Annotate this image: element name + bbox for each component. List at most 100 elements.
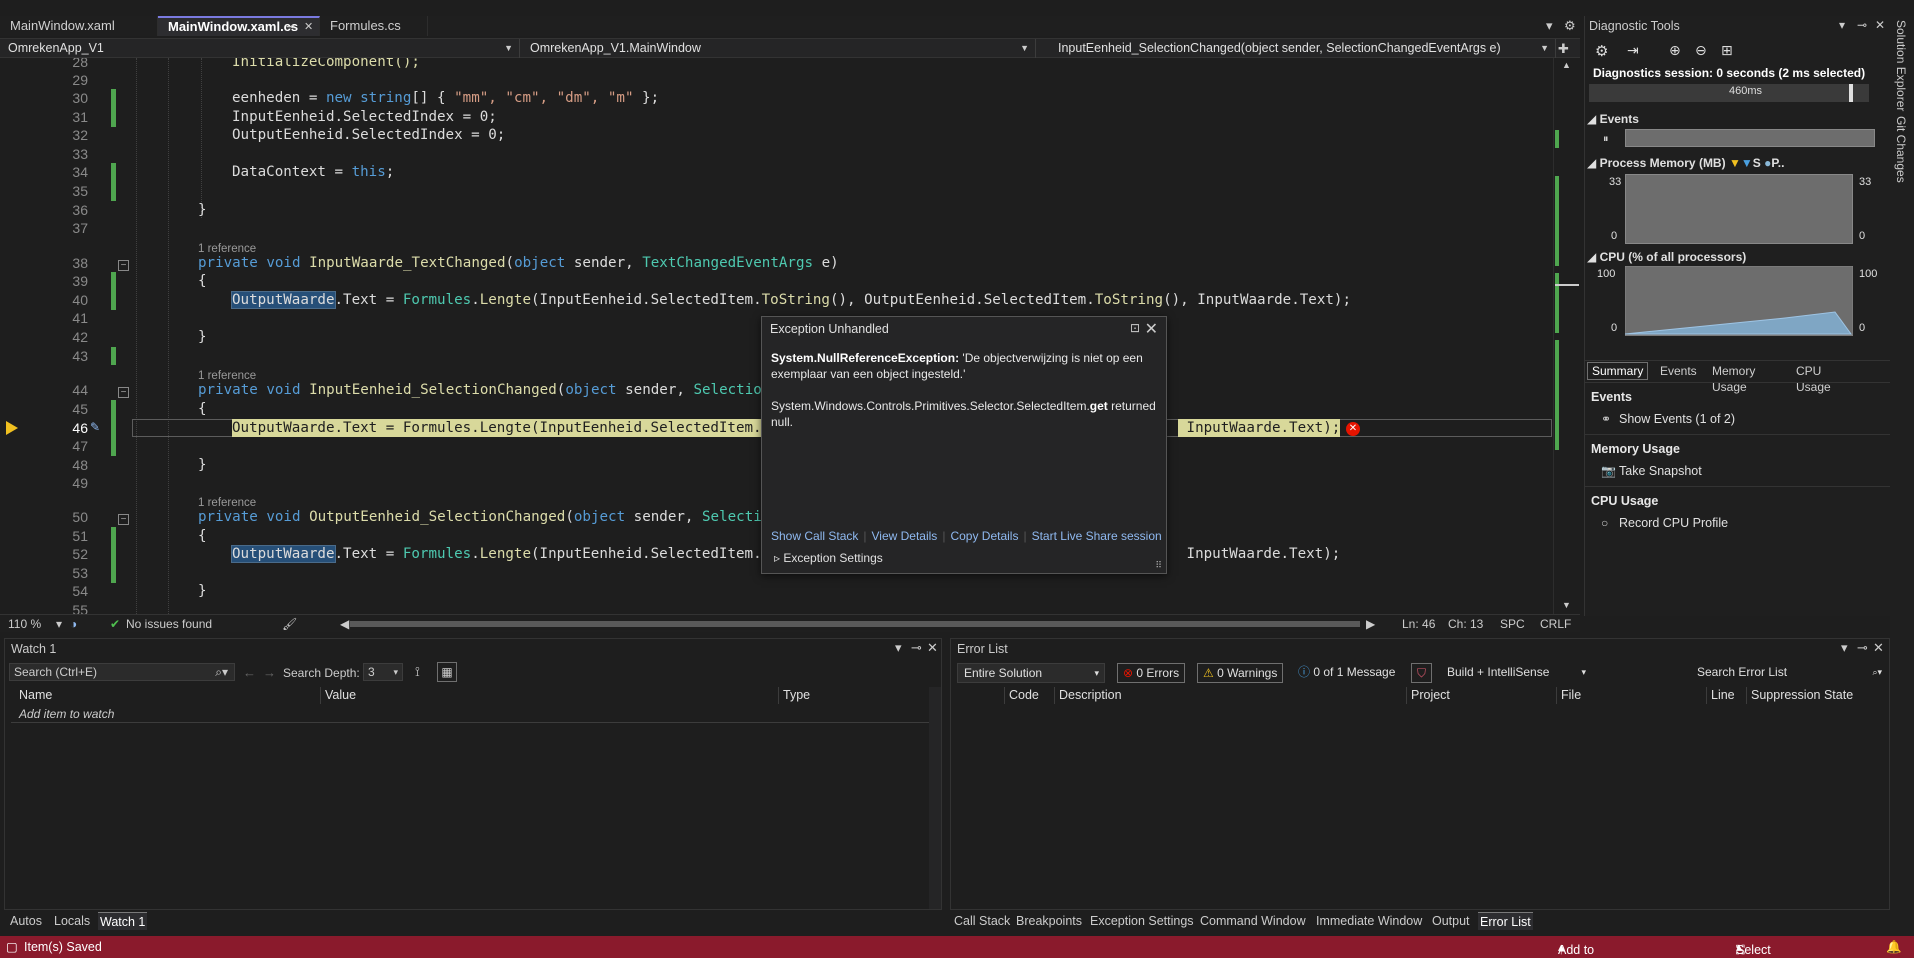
search-icon[interactable]: ⌕▾ (1872, 663, 1882, 681)
settings-icon[interactable]: ⚙ (1595, 42, 1608, 60)
close-icon[interactable]: ✕ (1145, 319, 1158, 339)
dock-icon[interactable]: ⊡ (1130, 321, 1140, 335)
tab-mainwindow-xaml[interactable]: MainWindow.xaml (0, 16, 158, 36)
window-menu-icon[interactable]: ▾ (1841, 640, 1848, 656)
errors-filter-button[interactable]: ⊗ 0 Errors (1117, 663, 1186, 683)
scroll-left-icon[interactable]: ◀ (340, 616, 349, 632)
cpu-graph[interactable] (1625, 266, 1853, 336)
collapse-icon[interactable]: − (118, 260, 129, 271)
git-changes-tab[interactable]: Git Changes (1894, 116, 1908, 183)
tab-immediate-window[interactable]: Immediate Window (1316, 912, 1422, 930)
events-section-title[interactable]: ◢ Events (1587, 112, 1639, 126)
record-cpu-profile-button[interactable]: Record CPU Profile (1619, 516, 1728, 530)
timeline-ruler[interactable]: 460ms (1589, 84, 1869, 102)
close-icon[interactable]: ✕ (1875, 18, 1885, 32)
close-icon[interactable]: ✕ (304, 18, 313, 36)
scroll-right-icon[interactable]: ▶ (1366, 616, 1375, 632)
issues-status[interactable]: No issues found (126, 616, 212, 632)
tab-autos[interactable]: Autos (10, 912, 42, 930)
build-source-dropdown[interactable]: Build + IntelliSense ▾ (1441, 663, 1591, 683)
window-menu-icon[interactable]: ▾ (1839, 18, 1845, 32)
hex-display-icon[interactable]: ▦ (437, 662, 457, 682)
collapse-icon[interactable]: − (118, 387, 129, 398)
tab-watch-1[interactable]: Watch 1 (98, 912, 148, 930)
take-snapshot-button[interactable]: Take Snapshot (1619, 464, 1702, 478)
collapse-icon[interactable]: − (118, 514, 129, 525)
column-header-suppression-state[interactable]: Suppression State (1747, 687, 1887, 704)
memory-graph[interactable] (1625, 174, 1853, 244)
tab-output[interactable]: Output (1432, 912, 1470, 930)
column-header-value[interactable]: Value (321, 687, 779, 704)
tab-cpu-usage[interactable]: CPU Usage (1791, 362, 1836, 394)
tab-call-stack[interactable]: Call Stack (954, 912, 1010, 930)
class-dropdown[interactable]: OmrekenApp_V1.MainWindow ▼ (522, 39, 1036, 58)
member-dropdown[interactable]: InputEenheid_SelectionChanged(object sen… (1038, 39, 1556, 58)
warnings-filter-button[interactable]: ⚠ 0 Warnings (1197, 663, 1284, 683)
tab-mainwindow-xaml-cs[interactable]: MainWindow.xaml.cs ⊸ ✕ (158, 16, 320, 36)
exception-settings-expander[interactable]: ▹ Exception Settings (774, 551, 883, 565)
resize-grip-icon[interactable]: ⠿ (1155, 560, 1162, 571)
search-depth-dropdown[interactable]: 3 ▾ (363, 663, 403, 681)
column-header-type[interactable]: Type (779, 687, 929, 704)
line-ending-indicator[interactable]: CRLF (1540, 616, 1571, 632)
pause-icon[interactable]: ⏸ (1603, 133, 1609, 146)
column-header-severity[interactable] (955, 687, 1005, 704)
pin-source-icon[interactable]: ⟟ (415, 664, 420, 680)
search-icon[interactable]: ⌕▾ (215, 664, 228, 680)
split-add-icon[interactable]: ✚ (1558, 39, 1569, 58)
tab-summary[interactable]: Summary (1587, 362, 1649, 380)
live-share-link[interactable]: Start Live Share session (1032, 529, 1162, 543)
error-icon[interactable]: ✕ (1346, 422, 1360, 436)
scope-dropdown[interactable]: Entire Solution ▾ (957, 663, 1105, 683)
reset-view-icon[interactable]: ⊞ (1721, 42, 1733, 59)
column-header-line[interactable]: Line (1707, 687, 1747, 704)
add-item-to-watch[interactable]: Add item to watch (19, 707, 114, 721)
zoom-out-icon[interactable]: ⊖ (1695, 42, 1707, 59)
close-icon[interactable]: ✕ (1873, 640, 1884, 656)
pin-icon[interactable]: ⊸ (1857, 18, 1867, 32)
timeline-cursor[interactable] (1849, 84, 1853, 102)
window-menu-icon[interactable]: ▾ (895, 640, 902, 656)
brush-icon[interactable]: 🖌 (282, 616, 297, 632)
tab-formules-cs[interactable]: Formules.cs (320, 16, 428, 36)
horizontal-scrollbar[interactable] (350, 621, 1360, 627)
tab-error-list[interactable]: Error List (1478, 912, 1533, 930)
whitespace-indicator[interactable]: SPC (1500, 616, 1525, 632)
error-list-search-input[interactable]: Search Error List ⌕▾ (1691, 663, 1887, 683)
notifications-icon[interactable]: 🔔 (1886, 939, 1902, 955)
events-track[interactable] (1625, 129, 1875, 147)
scroll-up-icon[interactable]: ▲ (1562, 60, 1571, 70)
column-header-file[interactable]: File (1557, 687, 1707, 704)
tab-events[interactable]: Events (1655, 362, 1702, 380)
scroll-down-icon[interactable]: ▼ (1562, 600, 1571, 610)
filter-icon[interactable]: ⛉ (1411, 663, 1433, 683)
zoom-level-dropdown[interactable]: 110 % (8, 616, 41, 632)
tab-list-dropdown-icon[interactable]: ▾ (1546, 16, 1553, 36)
gear-icon[interactable]: ⚙ (1564, 16, 1576, 36)
source-control-group[interactable]: ↑ Add to Source Control ▴ (1558, 939, 1594, 957)
column-header-description[interactable]: Description (1055, 687, 1407, 704)
tab-memory-usage[interactable]: Memory Usage (1707, 362, 1760, 394)
watch-search-input[interactable]: Search (Ctrl+E) ⌕▾ (9, 663, 235, 681)
column-header-project[interactable]: Project (1407, 687, 1557, 704)
copy-details-link[interactable]: Copy Details (950, 529, 1018, 543)
tab-locals[interactable]: Locals (54, 912, 90, 930)
watch-row[interactable] (11, 705, 929, 723)
column-header-code[interactable]: Code (1005, 687, 1055, 704)
repository-group[interactable]: ⛶ Select Repository ▴ (1736, 939, 1771, 957)
view-details-link[interactable]: View Details (872, 529, 938, 543)
pencil-icon[interactable]: ✎ (90, 420, 100, 434)
pin-icon[interactable]: ⊸ (911, 640, 922, 656)
pin-icon[interactable]: ⊸ (286, 18, 295, 36)
show-call-stack-link[interactable]: Show Call Stack (771, 529, 858, 543)
messages-filter-button[interactable]: ⓘ 0 of 1 Message (1293, 663, 1400, 683)
tab-command-window[interactable]: Command Window (1200, 912, 1306, 930)
back-arrow-icon[interactable]: ← (243, 665, 256, 680)
health-icon[interactable]: ◑ (70, 616, 77, 632)
memory-section-title[interactable]: ◢ Process Memory (MB) ▼▼S ●P.. (1587, 156, 1784, 170)
project-dropdown[interactable]: OmrekenApp_V1 ▼ (0, 39, 520, 58)
forward-arrow-icon[interactable]: → (263, 665, 276, 680)
watch-vertical-scrollbar[interactable] (929, 687, 941, 909)
cpu-section-title[interactable]: ◢ CPU (% of all processors) (1587, 250, 1746, 264)
column-header-name[interactable]: Name (15, 687, 321, 704)
